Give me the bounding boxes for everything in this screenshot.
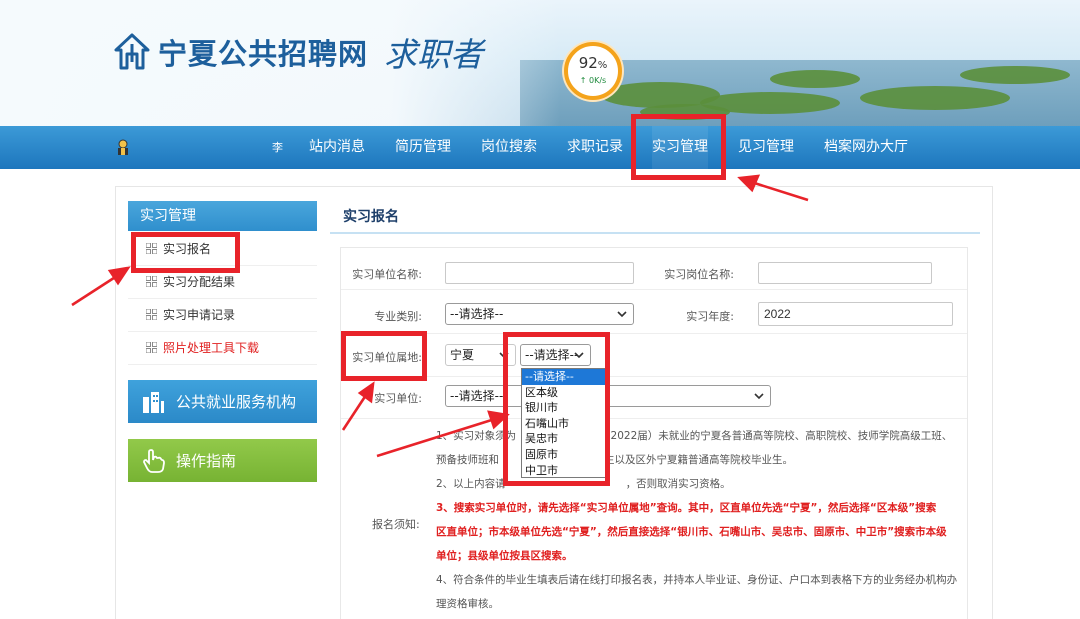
service-org-label: 公共就业服务机构 [176,393,297,411]
major-select-value: --请选择-- [450,307,504,321]
user-icon [118,139,128,155]
grid-icon [146,309,157,320]
post-name-input[interactable] [758,262,932,284]
speed-rate: 0K/s [589,76,607,85]
island-shape [960,66,1070,84]
sidebar-title: 实习管理 [128,201,317,231]
guide-label: 操作指南 [176,452,237,470]
notes-label: 报名须知: [372,518,420,531]
user-name: 李 [272,141,283,154]
note-4: 4、符合条件的毕业生填表后请在线打印报名表，并持本人毕业证、身份证、户口本到表格… [436,574,958,586]
grid-icon [146,342,157,353]
page-title: 实习报名 [330,200,980,234]
site-logo[interactable]: 宁夏公共招聘网 求职者 [112,28,483,76]
speed-unit: % [597,60,608,71]
highlight-box-dropdown [503,332,610,486]
sidebar-item-label: 实习申请记录 [163,308,236,322]
speed-percent: 92 [578,54,598,72]
unit-label: 实习单位: [374,392,422,405]
note-4-cont: 理资格审核。 [436,598,499,610]
hand-pointer-icon [143,448,165,473]
sidebar-item-label: 照片处理工具下载 [163,341,260,355]
nav-job-records[interactable]: 求职记录 [567,126,623,169]
highlight-box-sidebar [131,232,240,273]
sidebar-item-label: 实习分配结果 [163,275,236,289]
unit-select-value: --请选择-- [450,389,504,403]
year-input[interactable] [758,302,953,326]
major-select[interactable]: --请选择-- [445,303,634,325]
chevron-down-icon [617,311,627,318]
nav-resume[interactable]: 简历管理 [395,126,451,169]
grid-icon [146,276,157,287]
logo-icon [114,33,150,70]
unit-name-input[interactable] [445,262,634,284]
nav-archives[interactable]: 档案网办大厅 [824,126,908,169]
nav-job-search[interactable]: 岗位搜索 [481,126,537,169]
building-icon [143,391,164,413]
speed-widget[interactable]: 92% ↑ 0K/s [564,42,622,100]
location-select-value: 宁夏 [450,348,475,362]
unit-name-label: 实习单位名称: [352,268,422,281]
site-name: 宁夏公共招聘网 [158,37,369,71]
major-label: 专业类别: [374,310,422,323]
sidebar-item-photo-tool[interactable]: 照片处理工具下载 [128,331,317,365]
year-label: 实习年度: [686,310,734,323]
nav-messages[interactable]: 站内消息 [309,126,365,169]
highlight-box-nav [631,114,726,180]
main-nav: 李 站内消息 简历管理 岗位搜索 求职记录 实习管理 见习管理 档案网办大厅 [0,126,1080,169]
chevron-down-icon [754,393,764,400]
note-3-end: 单位；县级单位按县区搜索。 [436,550,573,562]
header-banner: 宁夏公共招聘网 求职者 92% ↑ 0K/s [0,0,1080,126]
upload-arrow-icon: ↑ [579,76,587,85]
guide-button[interactable]: 操作指南 [128,439,317,482]
service-org-button[interactable]: 公共就业服务机构 [128,380,317,423]
island-shape [770,70,860,88]
note-3-cont: 区直单位；市本级单位先选“宁夏”，然后直接选择“银川市、石嘴山市、吴忠市、固原市… [436,526,947,538]
sidebar-item-apply-records[interactable]: 实习申请记录 [128,298,317,332]
island-shape [860,86,1010,110]
highlight-box-location-label [341,331,427,381]
post-name-label: 实习岗位名称: [664,268,734,281]
site-subtitle: 求职者 [384,35,484,74]
nav-traineeship[interactable]: 见习管理 [738,126,794,169]
note-3: 3、搜索实习单位时，请先选择“实习单位属地”查询。其中，区直单位先选“宁夏”，然… [436,502,937,514]
